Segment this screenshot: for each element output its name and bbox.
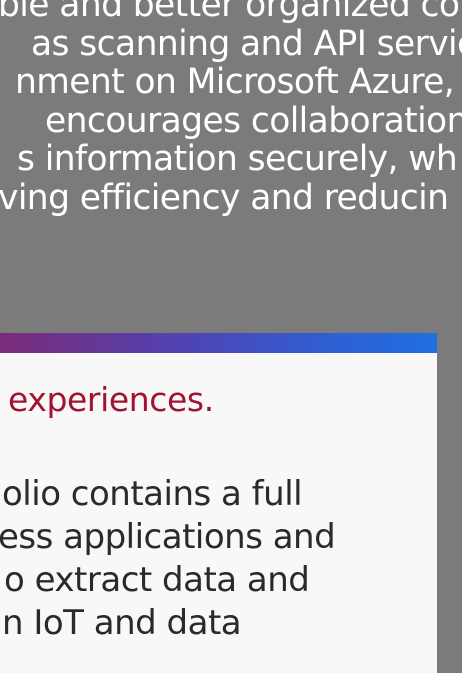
- card-body-line: ess applications and: [0, 517, 336, 557]
- card-body-line: n IoT and data: [2, 603, 242, 643]
- intro-line: encourages collaboration: [45, 100, 462, 141]
- card-gradient-bar: [0, 333, 437, 353]
- intro-paragraph: ble and better organized co as scanning …: [0, 0, 462, 218]
- content-card: experiences. olio contains a full ess ap…: [0, 333, 437, 673]
- card-body-line: o extract data and: [4, 560, 310, 600]
- card-body-line: olio contains a full: [2, 474, 303, 514]
- intro-line: nment on Microsoft Azure,: [15, 62, 455, 103]
- intro-line: as scanning and API servic: [31, 23, 462, 64]
- intro-line: s information securely, wh: [17, 139, 458, 180]
- intro-line: ving efficiency and reducin: [0, 177, 449, 218]
- card-body: olio contains a full ess applications an…: [0, 473, 437, 645]
- card-heading: experiences.: [8, 380, 214, 419]
- intro-line: ble and better organized co: [0, 0, 460, 25]
